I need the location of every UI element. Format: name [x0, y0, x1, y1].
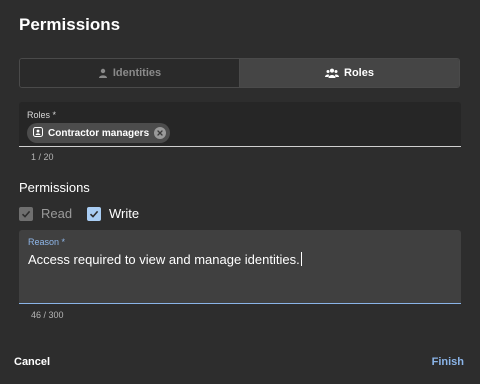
write-checkbox[interactable]: Write	[87, 206, 139, 221]
roles-counter: 1 / 20	[31, 152, 54, 162]
close-icon[interactable]	[154, 127, 167, 139]
role-chip-label: Contractor managers	[48, 127, 150, 139]
read-checkbox[interactable]: Read	[19, 206, 72, 221]
reason-field[interactable]: Reason * Access required to view and man…	[19, 230, 461, 304]
reason-text: Access required to view and manage ident…	[28, 252, 300, 267]
roles-field[interactable]: Roles * Contractor managers	[19, 102, 461, 147]
toggle-identities[interactable]: Identities	[20, 59, 239, 87]
finish-button[interactable]: Finish	[432, 356, 464, 368]
checkmark-icon	[87, 206, 101, 221]
permissions-dialog: Permissions Identities Roles Roles * Con…	[0, 0, 480, 384]
checkmark-icon	[19, 206, 33, 221]
role-chip[interactable]: Contractor managers	[27, 123, 171, 143]
person-icon	[98, 68, 108, 78]
write-label: Write	[109, 206, 140, 221]
reason-counter: 46 / 300	[31, 310, 64, 320]
reason-label: Reason *	[28, 237, 66, 247]
read-label: Read	[41, 206, 73, 221]
group-icon	[325, 68, 340, 78]
mode-toggle: Identities Roles	[19, 58, 460, 88]
dialog-title: Permissions	[19, 15, 121, 34]
roles-label: Roles *	[27, 110, 57, 120]
role-badge-icon	[33, 124, 43, 142]
toggle-roles-label: Roles	[344, 67, 374, 79]
reason-input[interactable]: Access required to view and manage ident…	[28, 252, 302, 267]
cancel-button[interactable]: Cancel	[14, 356, 50, 368]
permissions-heading: Permissions	[19, 180, 90, 195]
toggle-roles[interactable]: Roles	[239, 59, 459, 87]
text-caret	[300, 252, 302, 266]
toggle-identities-label: Identities	[112, 67, 162, 79]
